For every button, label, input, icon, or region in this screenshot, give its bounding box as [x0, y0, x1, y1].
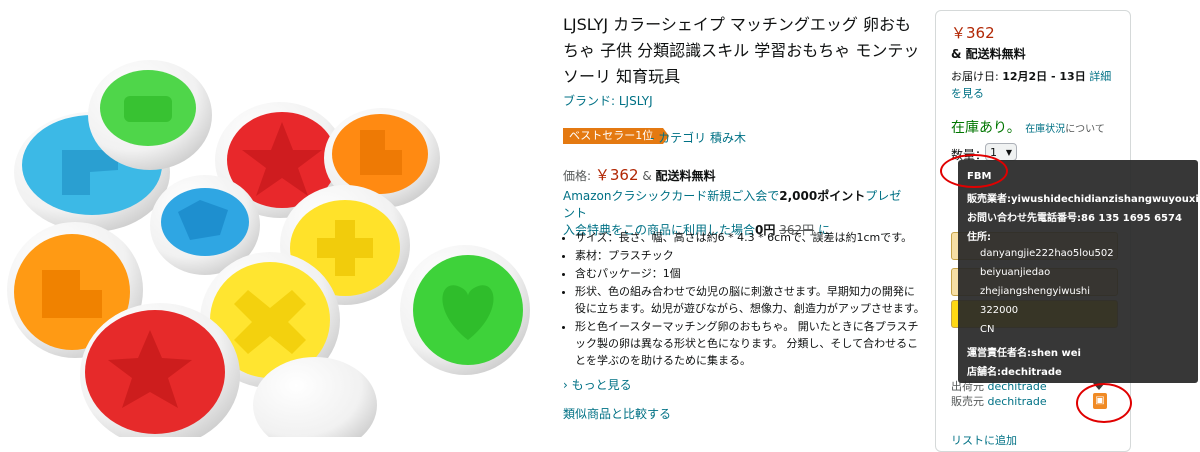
delivery-prefix: お届け日: — [951, 70, 1003, 83]
address-line: CN — [980, 324, 995, 335]
stock-status-link[interactable]: 在庫状況 — [1025, 124, 1065, 135]
store-name: 店舗名:dechitrade — [967, 367, 1062, 378]
add-to-list-link[interactable]: リストに追加 — [951, 432, 1017, 448]
seller-phone: お問い合わせ先電話番号:86 135 1695 6574 — [967, 213, 1182, 224]
address-line: zhejiangshengyiwushi — [980, 286, 1091, 297]
seller-company-name: 販売業者:yiwushidechidianzishangwuyouxiangon… — [967, 194, 1200, 205]
in-stock-label: 在庫あり。 — [951, 120, 1021, 136]
product-title: LJSLYJ カラーシェイプ マッチングエッグ 卵おもちゃ 子供 分類認識スキル… — [563, 15, 920, 86]
seller-label: 販売元 — [951, 395, 984, 408]
store-manager: 運営責任者名:shen wei — [967, 348, 1081, 359]
eggs-illustration — [7, 60, 530, 437]
bestseller-badge[interactable]: ベストセラー1位 — [563, 128, 670, 144]
buybox-shipping: & 配送料無料 — [951, 47, 1026, 61]
price-row: 価格: ￥362 & 配送料無料 — [563, 164, 716, 185]
address-line: beiyuanjiedao — [980, 267, 1051, 278]
address-label: 住所: — [967, 232, 991, 243]
price-and: & — [642, 169, 652, 183]
see-more-link[interactable]: › もっと見る — [563, 376, 632, 393]
stock-suffix: について — [1065, 124, 1105, 135]
price-value: ￥362 — [594, 166, 639, 184]
price-label: 価格: — [563, 169, 592, 183]
seller-link[interactable]: dechitrade — [988, 395, 1047, 408]
address-line: danyangjie222hao5lou502 — [980, 248, 1114, 259]
bestseller-category-link[interactable]: - カテゴリ 積み木 — [650, 129, 746, 146]
feature-bullets: サイズ：長さ、幅、高さは約6 * 4.3 * 6cmで、誤差は約1cmです。 素… — [563, 229, 925, 370]
feature-bullet: 形状、色の組み合わせで幼児の脳に刺激させます。早期知力の開発に役に立ちます。幼児… — [575, 283, 925, 317]
address-line: 322000 — [980, 305, 1019, 316]
feature-bullet: サイズ：長さ、幅、高さは約6 * 4.3 * 6cmで、誤差は約1cmです。 — [575, 229, 925, 246]
brand-link[interactable]: ブランド: LJSLYJ — [563, 92, 653, 109]
seller-info-tooltip: FBM 販売業者:yiwushidechidianzishangwuyouxia… — [958, 160, 1200, 383]
seller-row: 販売元 dechitrade — [951, 393, 1047, 409]
delivery-dates: 12月2日 - 13日 — [1002, 70, 1086, 83]
feature-bullet: 含むパッケージ：1個 — [575, 265, 925, 282]
buybox-price: ￥362 — [951, 24, 995, 42]
annotation-circle-icon — [1076, 383, 1132, 423]
product-image[interactable] — [0, 0, 540, 437]
annotation-circle-fbm — [940, 154, 1008, 188]
promo-points: 2,000ポイント — [779, 189, 866, 203]
free-shipping-label: 配送料無料 — [655, 169, 716, 183]
stock-status: 在庫あり。 在庫状況について — [951, 117, 1105, 137]
feature-bullet: 素材：プラスチック — [575, 247, 925, 264]
promo-text-a: Amazonクラシックカード新規ご入会で — [563, 189, 780, 203]
delivery-info: お届け日: 12月2日 - 13日 詳細を見る — [951, 68, 1121, 102]
feature-bullet: 形と色イースターマッチング卵のおもちゃ。 開いたときに各プラスチック製の卵は異な… — [575, 318, 925, 369]
compare-similar-link[interactable]: 類似商品と比較する — [563, 405, 671, 422]
